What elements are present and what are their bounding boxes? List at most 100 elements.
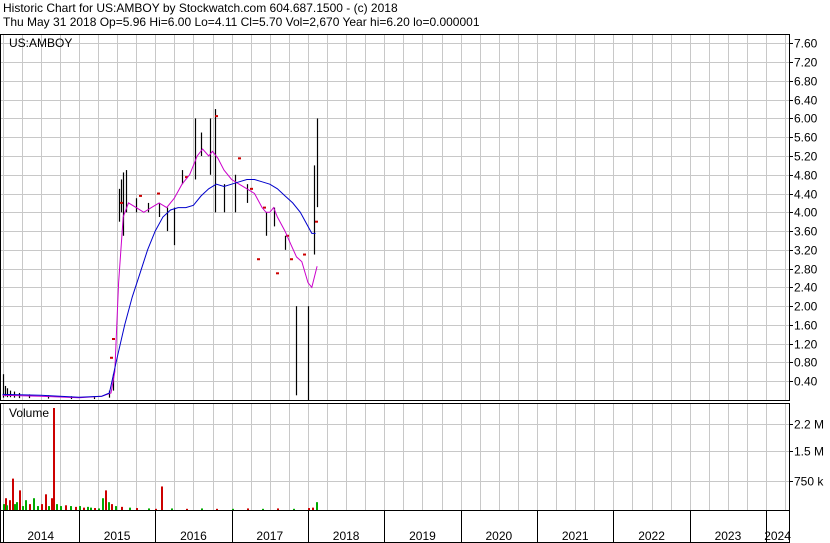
volume-bar bbox=[9, 500, 11, 510]
volume-tick-label: 1.5 M bbox=[794, 445, 824, 459]
volume-axis: 750 k 1.5 M 2.2 M bbox=[789, 418, 824, 489]
symbol-label: US:AMBOY bbox=[9, 36, 72, 50]
volume-bar bbox=[108, 502, 110, 510]
volume-bar bbox=[79, 506, 81, 510]
volume-bar bbox=[262, 508, 264, 510]
volume-bar bbox=[293, 508, 295, 510]
year-label: 2020 bbox=[485, 529, 512, 543]
price-tick-label: 1.60 bbox=[794, 319, 818, 333]
volume-bar bbox=[33, 498, 35, 510]
volume-bar bbox=[216, 508, 218, 510]
volume-bar bbox=[186, 508, 188, 510]
volume-bar bbox=[87, 506, 89, 510]
volume-bar bbox=[70, 506, 72, 510]
volume-bar bbox=[232, 508, 234, 510]
price-tick-label: 2.40 bbox=[794, 281, 818, 295]
volume-bar bbox=[247, 508, 249, 510]
price-dot bbox=[139, 194, 142, 197]
price-tick-label: 4.40 bbox=[794, 188, 818, 202]
volume-bar bbox=[53, 408, 55, 510]
volume-tick-label: 2.2 M bbox=[794, 418, 824, 432]
volume-bar bbox=[161, 486, 163, 510]
volume-bar bbox=[105, 490, 107, 510]
volume-bar bbox=[12, 478, 14, 510]
volume-grid bbox=[1, 424, 789, 482]
volume-bar bbox=[65, 505, 67, 510]
price-tick-label: 4.00 bbox=[794, 206, 818, 220]
year-label: 2024 bbox=[764, 529, 791, 543]
price-tick-label: 2.00 bbox=[794, 300, 818, 314]
volume-bar bbox=[111, 504, 113, 510]
volume-bar bbox=[129, 507, 131, 510]
volume-bar bbox=[3, 504, 5, 510]
volume-bar bbox=[148, 508, 150, 510]
volume-bar bbox=[22, 506, 24, 510]
price-dot bbox=[120, 201, 123, 204]
price-tick-label: 1.20 bbox=[794, 338, 818, 352]
price-tick-label: 7.60 bbox=[794, 37, 818, 51]
volume-bar bbox=[25, 500, 27, 510]
volume-bar bbox=[60, 506, 62, 510]
price-tick-label: 5.60 bbox=[794, 131, 818, 145]
price-tick-label: 3.20 bbox=[794, 244, 818, 258]
price-dot bbox=[290, 258, 293, 261]
time-grid bbox=[3, 34, 786, 510]
volume-bar bbox=[37, 506, 39, 510]
volume-bar bbox=[75, 506, 77, 510]
price-tick-label: 5.20 bbox=[794, 150, 818, 164]
volume-label: Volume bbox=[9, 406, 49, 420]
time-axis: 2014 2015 2016 2017 2018 2019 2020 2021 2022 2023… bbox=[3, 511, 791, 543]
price-dot bbox=[263, 206, 266, 209]
price-dot bbox=[276, 272, 279, 275]
price-dot bbox=[157, 192, 160, 195]
volume-bar bbox=[312, 507, 314, 510]
volume-bar bbox=[201, 508, 203, 510]
year-label: 2021 bbox=[562, 529, 589, 543]
volume-tick-label: 750 k bbox=[794, 475, 824, 489]
price-dot bbox=[215, 115, 218, 118]
volume-bar bbox=[16, 502, 18, 510]
volume-bar bbox=[83, 507, 85, 510]
volume-bar bbox=[19, 490, 21, 510]
volume-bar bbox=[94, 508, 96, 510]
year-label: 2022 bbox=[638, 529, 665, 543]
volume-bar bbox=[41, 504, 43, 510]
price-dot bbox=[110, 356, 113, 359]
volume-bar bbox=[90, 507, 92, 510]
price-tick-label: 6.80 bbox=[794, 75, 818, 89]
volume-bar bbox=[48, 506, 50, 510]
year-label: 2015 bbox=[104, 529, 131, 543]
price-dot bbox=[257, 258, 260, 261]
price-dot bbox=[250, 187, 253, 190]
volume-bar bbox=[14, 504, 16, 510]
year-label: 2023 bbox=[715, 529, 742, 543]
volume-bar bbox=[45, 494, 47, 510]
chart-title: Historic Chart for US:AMBOY by Stockwatc… bbox=[3, 1, 398, 15]
volume-bar bbox=[316, 502, 318, 510]
chart-quote-summary: Thu May 31 2018 Op=5.96 Hi=6.00 Lo=4.11 … bbox=[3, 15, 480, 29]
price-dot bbox=[303, 253, 306, 256]
volume-bar bbox=[155, 508, 157, 510]
price-dot bbox=[112, 338, 115, 340]
volume-bar bbox=[308, 508, 310, 510]
price-tick-label: 6.00 bbox=[794, 112, 818, 126]
price-tick-label: 4.80 bbox=[794, 169, 818, 183]
stock-chart: Historic Chart for US:AMBOY by Stockwatc… bbox=[0, 1, 824, 543]
volume-bar bbox=[29, 504, 31, 510]
price-dot bbox=[238, 157, 241, 160]
year-label: 2019 bbox=[409, 529, 436, 543]
volume-bar bbox=[121, 506, 123, 510]
volume-bar bbox=[51, 498, 53, 510]
moving-average-lines bbox=[2, 148, 318, 399]
price-tick-label: 3.60 bbox=[794, 225, 818, 239]
year-label: 2017 bbox=[256, 529, 283, 543]
volume-bar bbox=[115, 506, 117, 510]
volume-bar bbox=[277, 508, 279, 510]
price-tick-label: 6.40 bbox=[794, 94, 818, 108]
price-tick-label: 0.40 bbox=[794, 375, 818, 389]
volume-bar bbox=[171, 508, 173, 510]
year-label: 2014 bbox=[27, 529, 54, 543]
moving-average-short bbox=[2, 148, 318, 399]
volume-bar bbox=[6, 505, 8, 510]
volume-bar bbox=[56, 504, 58, 510]
